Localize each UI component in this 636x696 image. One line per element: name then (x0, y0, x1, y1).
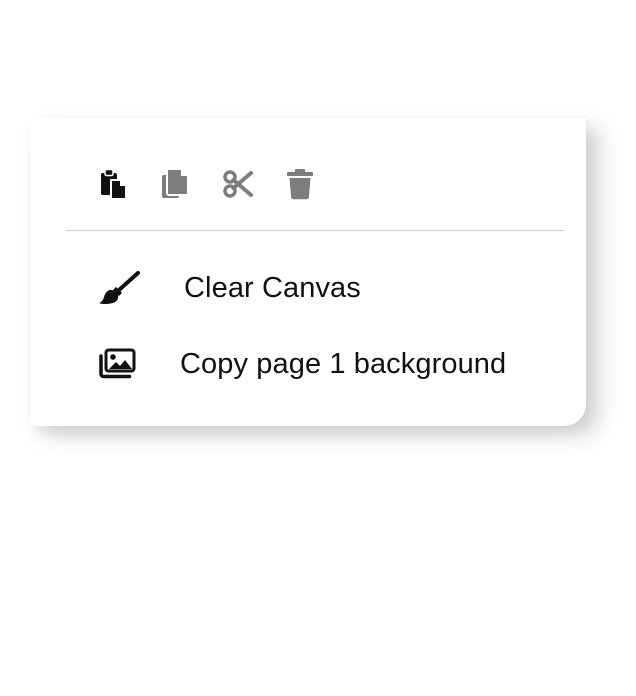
copy-page-background-label: Copy page 1 background (180, 347, 507, 380)
paint-brush-icon (98, 270, 140, 306)
menu-divider (66, 230, 564, 231)
paste-button[interactable] (98, 166, 130, 202)
images-icon (98, 346, 140, 382)
context-menu: Clear Canvas Copy page 1 background (30, 118, 586, 426)
clear-canvas-label: Clear Canvas (184, 271, 361, 304)
cut-button[interactable] (222, 166, 254, 202)
paste-icon (101, 168, 127, 200)
trash-icon (287, 169, 313, 200)
copy-page-background-item[interactable]: Copy page 1 background (98, 344, 506, 384)
canvas-area: Clear Canvas Copy page 1 background (0, 0, 636, 696)
copy-icon (162, 168, 189, 198)
clear-canvas-item[interactable]: Clear Canvas (98, 268, 361, 308)
clipboard-toolbar (98, 164, 346, 204)
copy-button[interactable] (160, 166, 192, 202)
scissors-icon (223, 170, 253, 198)
delete-button[interactable] (284, 166, 316, 202)
